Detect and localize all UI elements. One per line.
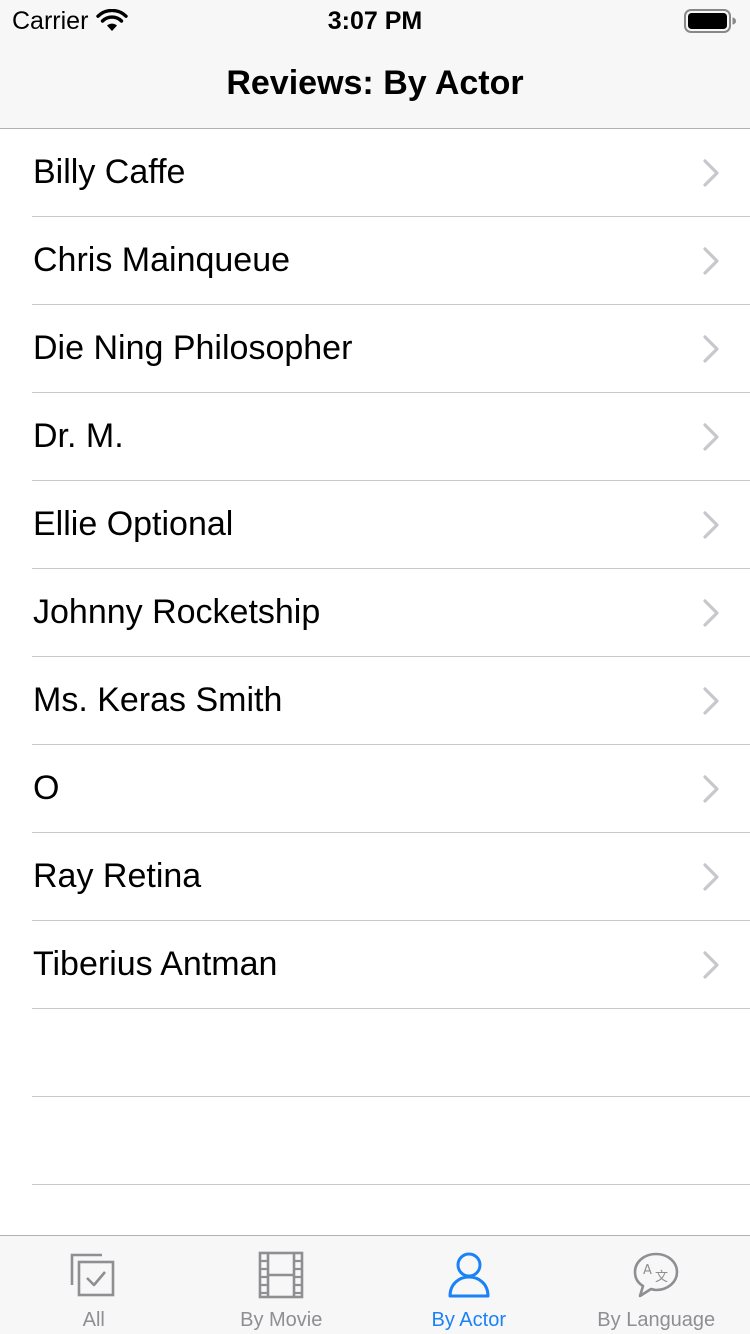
list-item[interactable]: Chris Mainqueue [0, 217, 750, 305]
chevron-right-icon [703, 775, 719, 803]
tab-by-actor[interactable]: By Actor [375, 1236, 563, 1334]
person-icon [448, 1252, 490, 1298]
svg-text:A: A [643, 1263, 652, 1278]
list-item-label: Johnny Rocketship [33, 593, 321, 631]
chevron-right-icon [703, 247, 719, 275]
actor-list: Billy Caffe Chris Mainqueue Die Ning Phi… [0, 129, 750, 1185]
chevron-right-icon [703, 951, 719, 979]
tab-by-language[interactable]: A 文 By Language [563, 1236, 750, 1334]
list-item-label: Chris Mainqueue [33, 241, 291, 279]
chevron-right-icon [703, 335, 719, 363]
empty-row [0, 1009, 750, 1097]
status-time: 3:07 PM [327, 7, 423, 35]
tab-by-movie[interactable]: By Movie [188, 1236, 376, 1334]
tab-bar: All By Movie By Actor A 文 By Language [0, 1235, 750, 1334]
list-item[interactable]: Billy Caffe [0, 129, 750, 217]
list-item[interactable]: O [0, 745, 750, 833]
checklist-icon [70, 1253, 115, 1297]
list-item[interactable]: Ellie Optional [0, 481, 750, 569]
list-item-label: O [33, 769, 60, 807]
list-item-label: Dr. M. [33, 417, 124, 455]
empty-row [0, 1097, 750, 1185]
svg-text:文: 文 [655, 1270, 668, 1285]
tab-label: By Actor [431, 1309, 506, 1331]
page-title: Reviews: By Actor [226, 64, 524, 102]
list-item-label: Die Ning Philosopher [33, 329, 353, 367]
chevron-right-icon [703, 599, 719, 627]
chevron-right-icon [703, 511, 719, 539]
list-item-label: Billy Caffe [33, 153, 186, 191]
top-bar: Carrier 3:07 PM Reviews: By Actor [0, 0, 750, 129]
tab-label: All [82, 1309, 105, 1331]
chevron-right-icon [703, 159, 719, 187]
tab-label: By Movie [240, 1309, 323, 1331]
screen: Carrier 3:07 PM Reviews: By Actor Billy … [0, 0, 750, 1334]
list-item[interactable]: Die Ning Philosopher [0, 305, 750, 393]
translate-bubble-icon: A 文 [633, 1252, 679, 1298]
list-item-label: Ms. Keras Smith [33, 681, 283, 719]
list-item[interactable]: Johnny Rocketship [0, 569, 750, 657]
list-item[interactable]: Ms. Keras Smith [0, 657, 750, 745]
list-item-label: Ellie Optional [33, 505, 234, 543]
list-item[interactable]: Ray Retina [0, 833, 750, 921]
chevron-right-icon [703, 423, 719, 451]
list-item[interactable]: Tiberius Antman [0, 921, 750, 1009]
battery-icon [684, 9, 736, 33]
tab-all[interactable]: All [0, 1236, 188, 1334]
film-icon [258, 1251, 304, 1299]
list-item-label: Tiberius Antman [33, 945, 278, 983]
chevron-right-icon [703, 687, 719, 715]
chevron-right-icon [703, 863, 719, 891]
list-item[interactable]: Dr. M. [0, 393, 750, 481]
status-bar: Carrier 3:07 PM [0, 0, 750, 40]
list-item-label: Ray Retina [33, 857, 202, 895]
tab-label: By Language [597, 1309, 716, 1331]
